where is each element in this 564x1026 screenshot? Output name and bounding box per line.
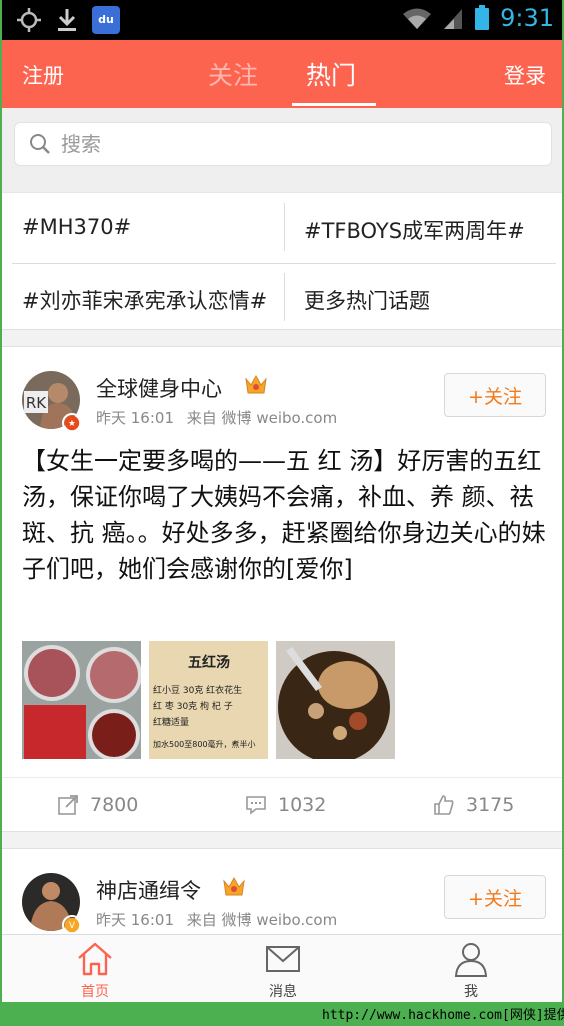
post-image-recipe[interactable]: 五红汤 红小豆 30克 红衣花生 红 枣 30克 枸 杞 子 红糖适量 加水50… <box>149 641 268 759</box>
like-count: 3175 <box>466 794 515 816</box>
hot-topics-grid: #MH370# #TFBOYS成军两周年# #刘亦菲宋承宪承认恋情# 更多热门话… <box>2 192 562 330</box>
repost-icon <box>58 795 78 815</box>
status-bar-system: 9:31 <box>402 4 554 32</box>
baidu-icon: du <box>92 6 120 34</box>
site-watermark: http://www.hackhome.com[网侠]提供 <box>322 1008 564 1023</box>
topic-item[interactable]: #刘亦菲宋承宪承认恋情# <box>22 285 272 315</box>
person-icon <box>454 943 488 977</box>
search-box[interactable] <box>14 122 552 166</box>
register-button[interactable]: 注册 <box>22 60 64 90</box>
comment-icon <box>246 796 266 815</box>
clock: 9:31 <box>500 4 554 32</box>
nav-messages[interactable]: 消息 <box>243 941 323 1001</box>
post-meta: 昨天 16:01 来自 微博 weibo.com <box>96 909 345 930</box>
topic-item[interactable]: #MH370# <box>22 215 272 239</box>
username[interactable]: 全球健身中心 <box>96 373 222 403</box>
signal-icon <box>444 9 463 29</box>
comment-button[interactable]: 1032 <box>246 794 326 816</box>
username[interactable]: 神店通缉令 <box>96 875 201 905</box>
like-button[interactable]: 3175 <box>434 794 514 816</box>
vip-crown-icon <box>245 374 267 394</box>
nav-me[interactable]: 我 <box>431 941 511 1001</box>
post-meta: 昨天 16:01 来自 微博 weibo.com <box>96 407 345 428</box>
nav-label-home: 首页 <box>81 984 109 1000</box>
svg-text:红 枣 30克 枸 杞 子: 红 枣 30克 枸 杞 子 <box>153 700 233 712</box>
comment-count: 1032 <box>278 794 327 816</box>
svg-text:加水500至800毫升，煮半小: 加水500至800毫升，煮半小 <box>153 739 256 749</box>
post-actions: 7800 1032 3175 <box>2 777 562 833</box>
svg-text:RK: RK <box>26 394 47 412</box>
post-content: 【女生一定要多喝的——五 红 汤】好厉害的五红汤，保证你喝了大姨妈不会痛，补血、… <box>22 447 546 583</box>
post-image-soup[interactable] <box>276 641 395 759</box>
download-icon <box>58 9 76 31</box>
post-source: 来自 微博 weibo.com <box>186 409 338 427</box>
nav-label-messages: 消息 <box>269 984 297 1000</box>
status-bar: du 9:31 <box>2 0 562 40</box>
post-source: 来自 微博 weibo.com <box>186 911 338 929</box>
post-time: 昨天 16:01 <box>96 911 174 929</box>
divider <box>284 203 285 251</box>
verified-badge-icon: ★ <box>62 413 82 433</box>
mail-icon <box>266 946 300 972</box>
repost-count: 7800 <box>90 794 139 816</box>
tab-hot[interactable]: 热门 <box>306 56 356 92</box>
home-icon <box>78 942 112 976</box>
gps-icon <box>17 8 41 32</box>
search-section <box>2 108 562 192</box>
login-button[interactable]: 登录 <box>504 60 546 90</box>
bottom-navigation: 首页 消息 我 <box>2 934 562 1002</box>
tab-follow[interactable]: 关注 <box>208 56 258 92</box>
thumbs-up-icon <box>434 795 454 815</box>
nav-label-me: 我 <box>464 984 478 1000</box>
post-time: 昨天 16:01 <box>96 409 174 427</box>
status-bar-notifications: du <box>16 6 120 34</box>
divider <box>12 263 556 264</box>
svg-text:红糖适量: 红糖适量 <box>153 716 189 728</box>
post-card[interactable]: RK ★ 全球健身中心 昨天 16:01 来自 微博 weibo.com +关注… <box>2 346 562 832</box>
topic-item[interactable]: #TFBOYS成军两周年# <box>304 215 554 245</box>
svg-text:★: ★ <box>68 419 76 429</box>
verified-badge-icon: V <box>62 915 82 935</box>
vip-crown-icon <box>223 876 245 896</box>
post-image-beans[interactable] <box>22 641 141 759</box>
battery-icon <box>475 5 490 30</box>
more-topics-link[interactable]: 更多热门话题 <box>304 285 554 315</box>
follow-button[interactable]: +关注 <box>444 373 546 417</box>
nav-home[interactable]: 首页 <box>55 941 135 1001</box>
app-screen: du 9:31 注册 关注 热门 登录 搜索 #MH370# #TFBOYS成军… <box>2 0 562 1002</box>
divider <box>284 273 285 321</box>
svg-text:红小豆 30克 红衣花生: 红小豆 30克 红衣花生 <box>153 684 242 696</box>
search-icon <box>30 134 50 154</box>
repost-button[interactable]: 7800 <box>58 794 138 816</box>
svg-text:五红汤: 五红汤 <box>188 654 230 671</box>
search-input[interactable] <box>61 132 521 156</box>
wifi-icon <box>403 8 432 29</box>
active-tab-indicator <box>292 103 376 106</box>
svg-text:V: V <box>69 921 75 931</box>
post-images: 五红汤 红小豆 30克 红衣花生 红 枣 30克 枸 杞 子 红糖适量 加水50… <box>22 641 395 759</box>
follow-button[interactable]: +关注 <box>444 875 546 919</box>
top-header: 注册 关注 热门 登录 <box>2 40 562 108</box>
